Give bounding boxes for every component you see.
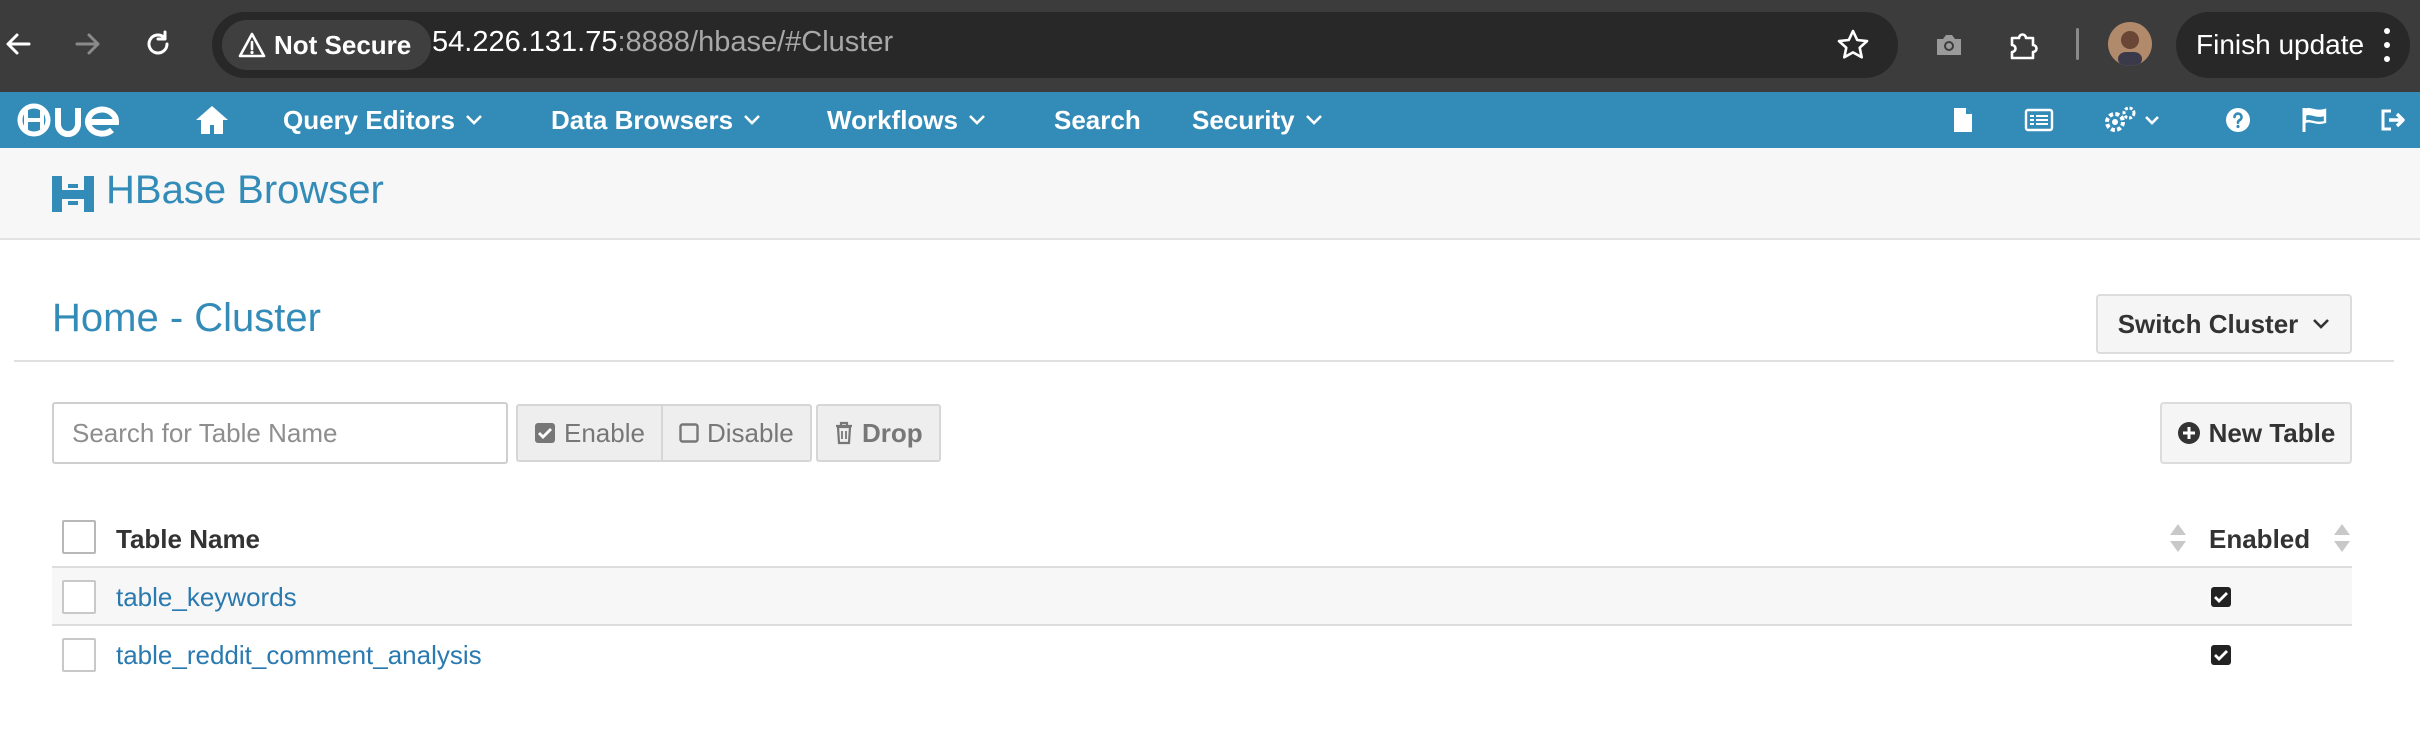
hue-top-nav: Query Editors Data Browsers Workflows Se…	[0, 92, 2420, 148]
column-header-enabled[interactable]: Enabled	[2209, 524, 2310, 555]
enable-button[interactable]: Enable	[516, 404, 663, 462]
back-arrow-icon	[6, 33, 31, 55]
nav-workflows-label: Workflows	[827, 104, 958, 135]
table-name-link[interactable]: table_reddit_comment_analysis	[116, 640, 482, 671]
row-select-checkbox[interactable]	[62, 638, 96, 672]
hue-logo[interactable]	[16, 100, 130, 140]
sort-icon[interactable]	[2168, 522, 2188, 554]
extensions-button[interactable]	[2000, 22, 2046, 68]
page-title: Home - Cluster	[52, 296, 321, 341]
breadcrumb-home[interactable]: Home	[52, 296, 159, 340]
forward-arrow-icon	[75, 33, 100, 55]
url-text: 54.226.131.75:8888/hbase/#Cluster	[432, 26, 893, 59]
nav-query-editors-label: Query Editors	[283, 104, 455, 135]
divider	[14, 360, 2394, 362]
settings-cogs-icon[interactable]	[2102, 104, 2164, 136]
star-icon	[1837, 29, 1869, 59]
nav-security-label: Security	[1192, 104, 1295, 135]
table-name-link[interactable]: table_keywords	[116, 582, 297, 613]
home-icon[interactable]	[194, 104, 230, 136]
toolbar-separator	[2076, 28, 2079, 60]
app-title[interactable]: HBase Browser	[106, 168, 384, 213]
column-header-table-name[interactable]: Table Name	[116, 524, 260, 555]
chevron-down-icon	[744, 115, 760, 125]
tables-list: Table Name Enabled table_keywords table_…	[52, 508, 2352, 684]
table-header-row: Table Name Enabled	[52, 508, 2352, 568]
chevron-down-icon	[1305, 115, 1322, 125]
trash-icon	[836, 421, 852, 445]
hbase-logo-icon	[52, 176, 94, 212]
breadcrumb-separator: -	[169, 296, 184, 340]
nav-security[interactable]: Security	[1192, 92, 1323, 148]
help-icon[interactable]	[2224, 104, 2252, 136]
table-row: table_reddit_comment_analysis	[52, 626, 2352, 684]
tour-flag-icon[interactable]	[2300, 104, 2330, 136]
drop-button[interactable]: Drop	[816, 404, 941, 462]
bookmark-button[interactable]	[1832, 24, 1874, 66]
nav-workflows[interactable]: Workflows	[827, 92, 986, 148]
reload-button[interactable]	[134, 20, 182, 68]
switch-cluster-button[interactable]: Switch Cluster	[2096, 294, 2352, 354]
nav-search[interactable]: Search	[1054, 92, 1141, 148]
camera-icon	[1937, 35, 1961, 55]
select-all-checkbox[interactable]	[62, 520, 96, 554]
checked-box-icon	[535, 423, 555, 443]
back-button[interactable]	[0, 20, 42, 68]
new-table-button[interactable]: New Table	[2160, 402, 2352, 464]
screenshot-button[interactable]	[1926, 22, 1972, 68]
document-icon[interactable]	[1950, 104, 1976, 136]
breadcrumb-cluster[interactable]: Cluster	[194, 296, 321, 340]
drop-label: Drop	[862, 417, 923, 448]
nav-data-browsers-label: Data Browsers	[551, 104, 734, 135]
chevron-down-icon	[969, 115, 985, 125]
url-path: :8888/hbase/#Cluster	[617, 26, 894, 58]
profile-avatar[interactable]	[2108, 22, 2152, 66]
empty-box-icon	[679, 423, 699, 443]
puzzle-icon	[2010, 33, 2038, 60]
enabled-checkbox-icon	[2211, 587, 2231, 607]
jobs-list-icon[interactable]	[2024, 104, 2054, 136]
disable-label: Disable	[706, 417, 794, 448]
address-bar[interactable]: Not Secure 54.226.131.75:8888/hbase/#Clu…	[212, 12, 1898, 78]
app-header: HBase Browser	[0, 148, 2420, 240]
site-info-chip[interactable]: Not Secure	[222, 20, 432, 70]
chevron-down-icon	[466, 115, 482, 125]
enabled-checkbox-icon	[2211, 645, 2231, 665]
table-row: table_keywords	[52, 568, 2352, 626]
nav-query-editors[interactable]: Query Editors	[283, 92, 483, 148]
nav-search-label: Search	[1054, 104, 1141, 135]
chevron-down-icon	[2313, 319, 2330, 329]
warning-icon	[238, 32, 266, 58]
browser-toolbar: Not Secure 54.226.131.75:8888/hbase/#Clu…	[0, 0, 2420, 92]
sort-icon[interactable]	[2332, 522, 2352, 554]
finish-update-button[interactable]: Finish update	[2176, 12, 2410, 78]
new-table-label: New Table	[2208, 417, 2336, 448]
table-search-input[interactable]	[52, 402, 508, 464]
more-menu-icon	[2382, 28, 2392, 62]
logout-icon[interactable]	[2378, 104, 2408, 136]
nav-data-browsers[interactable]: Data Browsers	[551, 92, 761, 148]
security-label: Not Secure	[274, 29, 412, 60]
row-select-checkbox[interactable]	[62, 580, 96, 614]
user-photo-icon	[2108, 22, 2152, 66]
url-host: 54.226.131.75	[432, 26, 618, 58]
table-actions-group: Enable Disable	[516, 404, 812, 462]
forward-button[interactable]	[64, 20, 112, 68]
enable-label: Enable	[564, 417, 645, 448]
switch-cluster-label: Switch Cluster	[2117, 308, 2299, 339]
reload-icon	[147, 30, 169, 55]
disable-button[interactable]: Disable	[662, 404, 812, 462]
finish-update-label: Finish update	[2196, 29, 2365, 60]
plus-circle-icon	[2177, 422, 2200, 444]
